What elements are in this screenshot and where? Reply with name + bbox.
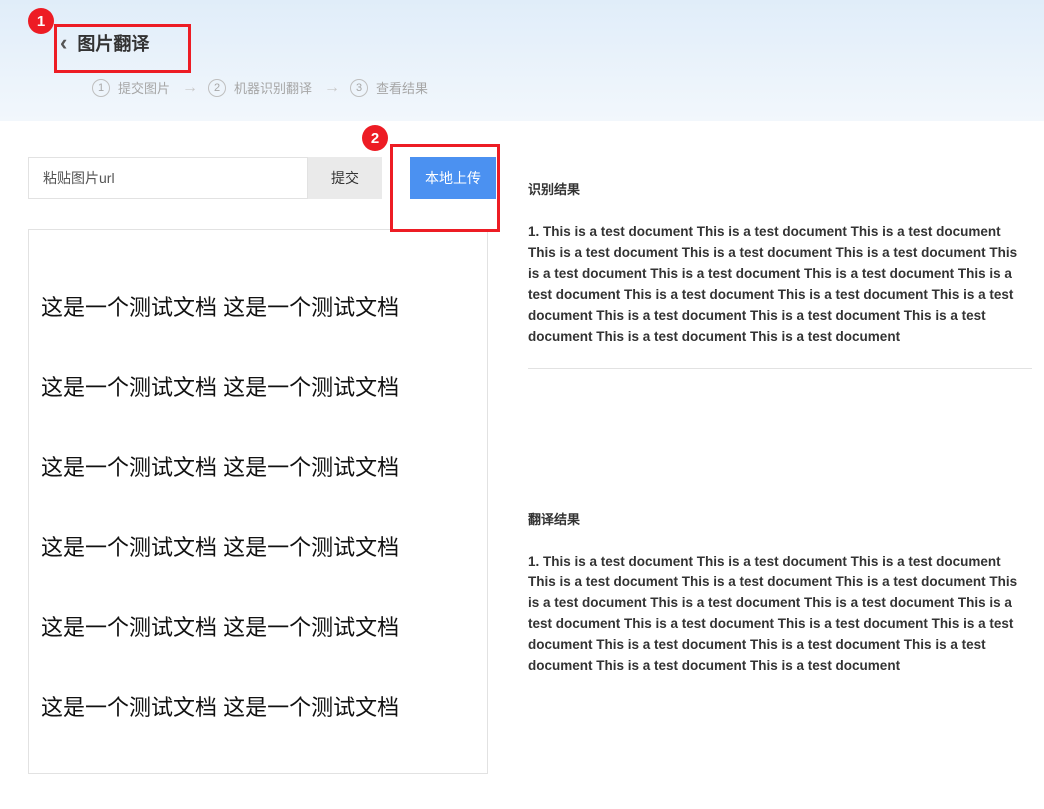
header: ‹ 图片翻译 1 提交图片 → 2 机器识别翻译 → 3 查看结果: [0, 0, 1044, 121]
translate-result: 1. This is a test document This is a tes…: [528, 552, 1032, 698]
submit-button[interactable]: 提交: [308, 157, 382, 199]
step-1: 1 提交图片: [92, 78, 170, 97]
recognize-result: 1. This is a test document This is a tes…: [528, 222, 1032, 369]
left-column: 提交 本地上传 这是一个测试文档 这是一个测试文档 这是一个测试文档 这是一个测…: [28, 157, 498, 774]
right-column: 识别结果 1. This is a test document This is …: [528, 157, 1032, 774]
preview-line: 这是一个测试文档 这是一个测试文档: [41, 370, 475, 402]
upload-button[interactable]: 本地上传: [410, 157, 496, 199]
steps-bar: 1 提交图片 → 2 机器识别翻译 → 3 查看结果: [92, 78, 1032, 97]
step-number: 3: [350, 79, 368, 97]
preview-line: 这是一个测试文档 这是一个测试文档: [41, 610, 475, 642]
recognize-title: 识别结果: [528, 179, 1032, 198]
page-title: 图片翻译: [77, 30, 149, 56]
step-label: 机器识别翻译: [234, 78, 312, 97]
url-input-row: 提交 本地上传: [28, 157, 498, 199]
spacer: [528, 399, 1032, 509]
step-label: 查看结果: [376, 78, 428, 97]
step-2: 2 机器识别翻译: [208, 78, 312, 97]
preview-line: 这是一个测试文档 这是一个测试文档: [41, 290, 475, 322]
preview-line: 这是一个测试文档 这是一个测试文档: [41, 450, 475, 482]
back-button[interactable]: ‹ 图片翻译: [60, 30, 1032, 56]
chevron-left-icon: ‹: [60, 30, 67, 56]
preview-line: 这是一个测试文档 这是一个测试文档: [41, 530, 475, 562]
step-number: 2: [208, 79, 226, 97]
body: 提交 本地上传 这是一个测试文档 这是一个测试文档 这是一个测试文档 这是一个测…: [0, 121, 1044, 774]
step-label: 提交图片: [118, 78, 170, 97]
step-3: 3 查看结果: [350, 78, 428, 97]
translate-title: 翻译结果: [528, 509, 1032, 528]
url-input[interactable]: [28, 157, 308, 199]
arrow-right-icon: →: [182, 79, 196, 97]
preview-line: 这是一个测试文档 这是一个测试文档: [41, 690, 475, 722]
image-preview: 这是一个测试文档 这是一个测试文档 这是一个测试文档 这是一个测试文档 这是一个…: [28, 229, 488, 774]
step-number: 1: [92, 79, 110, 97]
arrow-right-icon: →: [324, 79, 338, 97]
